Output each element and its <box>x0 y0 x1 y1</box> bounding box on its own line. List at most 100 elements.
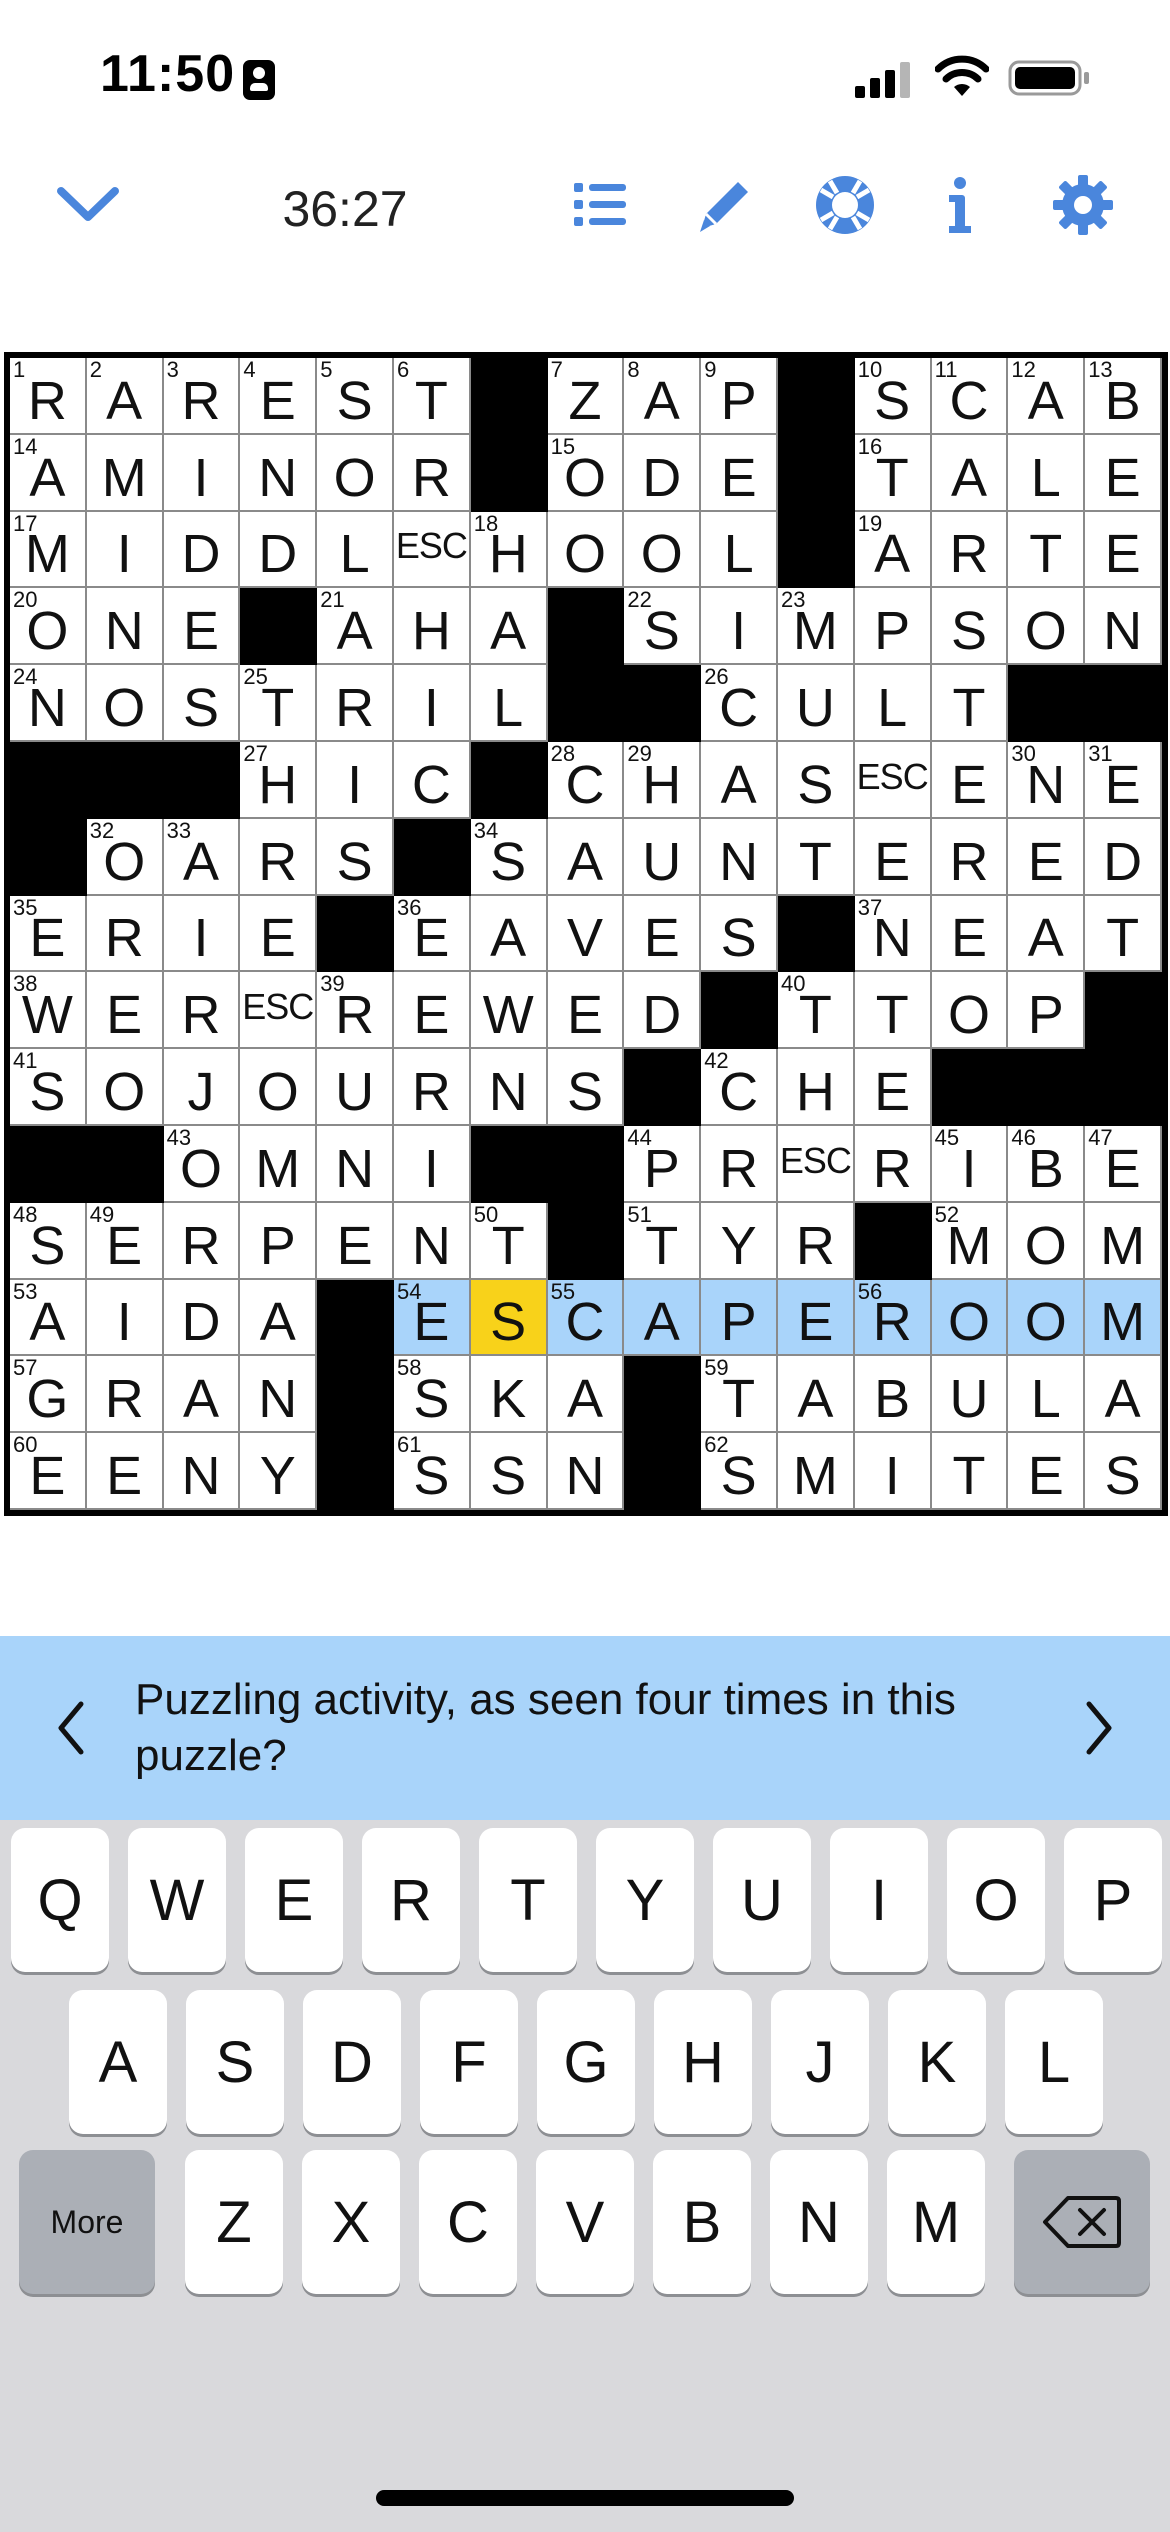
grid-cell[interactable]: E <box>931 895 1009 973</box>
grid-cell[interactable]: 47 E <box>1085 1126 1162 1203</box>
grid-cell[interactable]: 30 N <box>1008 742 1086 819</box>
grid-cell[interactable]: 4E <box>240 358 318 435</box>
grid-cell[interactable]: O <box>240 1049 318 1126</box>
key-j[interactable]: J <box>771 1990 869 2134</box>
grid-cell[interactable]: 11 C <box>931 358 1009 435</box>
grid-cell[interactable]: 18 H <box>470 511 548 589</box>
grid-cell[interactable]: O <box>1008 588 1086 666</box>
grid-cell[interactable]: P <box>240 1202 318 1280</box>
grid-cell[interactable]: R <box>931 818 1009 896</box>
grid-cell[interactable]: Y <box>701 1202 778 1280</box>
grid-cell[interactable]: P <box>701 1279 778 1357</box>
grid-cell[interactable]: 34 S <box>470 818 548 896</box>
grid-cell[interactable]: M <box>1085 1279 1162 1357</box>
grid-cell[interactable]: 25 T <box>240 665 318 742</box>
grid-cell[interactable]: 32 O <box>86 818 164 896</box>
grid-cell[interactable]: O <box>931 972 1009 1050</box>
grid-cell[interactable]: 52 M <box>931 1202 1009 1280</box>
settings-button[interactable] <box>1043 160 1123 250</box>
grid-cell[interactable]: I <box>317 742 394 819</box>
grid-cell[interactable]: 33 A <box>163 818 241 896</box>
grid-cell[interactable]: ESC <box>394 511 471 589</box>
grid-cell[interactable]: O <box>86 665 164 742</box>
grid-cell[interactable]: L <box>470 665 548 742</box>
grid-cell[interactable]: T <box>1008 511 1086 589</box>
grid-cell[interactable]: E <box>624 895 702 973</box>
grid-cell[interactable]: L <box>1008 1356 1086 1434</box>
key-e[interactable]: E <box>245 1828 343 1972</box>
grid-cell[interactable]: O <box>1008 1279 1086 1357</box>
pencil-mode-button[interactable] <box>685 160 765 250</box>
grid-cell[interactable]: 38 W <box>10 972 87 1050</box>
grid-cell[interactable]: E <box>778 1279 855 1357</box>
grid-cell[interactable]: A <box>778 1356 855 1434</box>
grid-cell[interactable]: A <box>163 1356 241 1434</box>
info-button[interactable] <box>935 160 985 250</box>
grid-cell[interactable]: 53 A <box>10 1279 87 1357</box>
grid-cell[interactable]: L <box>701 511 778 589</box>
grid-cell[interactable]: 10 S <box>854 358 932 435</box>
grid-cell[interactable]: N <box>163 1433 241 1510</box>
grid-cell[interactable]: 54 E <box>394 1279 471 1357</box>
grid-cell[interactable]: A <box>1008 895 1086 973</box>
key-o[interactable]: O <box>947 1828 1045 1972</box>
grid-cell[interactable]: 28 C <box>547 742 625 819</box>
key-z[interactable]: Z <box>185 2150 283 2294</box>
grid-cell[interactable]: A <box>547 818 625 896</box>
grid-cell[interactable]: R <box>701 1126 778 1203</box>
grid-cell[interactable]: 8A <box>624 358 702 435</box>
grid-cell[interactable]: 56 R <box>854 1279 932 1357</box>
grid-cell[interactable]: A <box>931 434 1009 512</box>
grid-cell[interactable]: 31 E <box>1085 742 1162 819</box>
key-k[interactable]: K <box>888 1990 986 2134</box>
grid-cell[interactable]: L <box>317 511 394 589</box>
grid-cell[interactable]: 20 O <box>10 588 87 666</box>
grid-cell[interactable]: A <box>1085 1356 1162 1434</box>
key-q[interactable]: Q <box>11 1828 109 1972</box>
grid-cell[interactable]: A <box>547 1356 625 1434</box>
grid-cell[interactable]: R <box>86 1356 164 1434</box>
grid-cell[interactable]: E <box>931 742 1009 819</box>
grid-cell[interactable]: ESC <box>778 1126 855 1203</box>
grid-cell[interactable]: 2A <box>86 358 164 435</box>
grid-cell[interactable]: N <box>1085 588 1162 666</box>
key-s[interactable]: S <box>186 1990 284 2134</box>
grid-cell[interactable]: A <box>470 895 548 973</box>
grid-cell[interactable]: 7Z <box>547 358 625 435</box>
grid-cell[interactable]: R <box>163 972 241 1050</box>
next-clue-button[interactable] <box>1070 1686 1130 1770</box>
grid-cell[interactable]: L <box>1008 434 1086 512</box>
grid-cell[interactable]: R <box>931 511 1009 589</box>
grid-cell[interactable]: 9P <box>701 358 778 435</box>
grid-cell[interactable]: N <box>547 1433 625 1510</box>
grid-cell[interactable]: 40 T <box>778 972 855 1050</box>
grid-cell[interactable]: E <box>1008 1433 1086 1510</box>
grid-cell[interactable]: N <box>317 1126 394 1203</box>
grid-cell[interactable]: 55 C <box>547 1279 625 1357</box>
key-m[interactable]: M <box>887 2150 985 2294</box>
key-a[interactable]: A <box>69 1990 167 2134</box>
grid-cell[interactable]: S <box>163 665 241 742</box>
grid-cell[interactable]: 36 E <box>394 895 471 973</box>
grid-cell[interactable]: I <box>86 511 164 589</box>
grid-cell[interactable]: O <box>931 1279 1009 1357</box>
grid-cell[interactable]: M <box>86 434 164 512</box>
grid-cell[interactable]: H <box>394 588 471 666</box>
grid-cell[interactable]: T <box>931 1433 1009 1510</box>
grid-cell[interactable]: 17 M <box>10 511 87 589</box>
grid-cell[interactable]: I <box>394 1126 471 1203</box>
grid-cell[interactable]: 45 I <box>931 1126 1009 1203</box>
backspace-key[interactable] <box>1014 2150 1150 2294</box>
grid-cell[interactable]: P <box>1008 972 1086 1050</box>
puzzle-timer[interactable]: 36:27 <box>240 180 450 238</box>
grid-cell[interactable]: 59 T <box>701 1356 778 1434</box>
grid-cell[interactable]: E <box>86 1433 164 1510</box>
key-y[interactable]: Y <box>596 1828 694 1972</box>
grid-cell[interactable]: 6T <box>394 358 471 435</box>
clue-bar[interactable]: Puzzling activity, as seen four times in… <box>0 1636 1170 1820</box>
grid-cell[interactable]: 62 S <box>701 1433 778 1510</box>
grid-cell[interactable]: S <box>547 1049 625 1126</box>
grid-cell[interactable]: A <box>701 742 778 819</box>
grid-cell[interactable]: 61 S <box>394 1433 471 1510</box>
grid-cell[interactable]: K <box>470 1356 548 1434</box>
